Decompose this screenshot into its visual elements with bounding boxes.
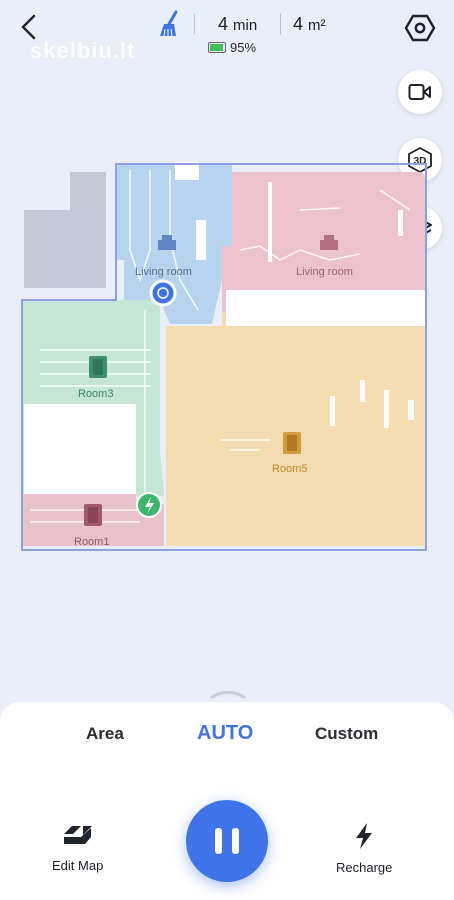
lightning-icon <box>356 823 373 849</box>
battery-status: 95% <box>208 40 256 55</box>
unexplored-area <box>24 172 106 288</box>
sheet-handle[interactable] <box>210 686 246 699</box>
pause-icon <box>215 828 222 854</box>
recharge-label: Recharge <box>336 860 393 875</box>
room-label: Living room <box>135 266 192 278</box>
settings-button[interactable] <box>404 12 436 44</box>
chevron-left-icon <box>21 14 36 40</box>
watermark: skelbiu.lt <box>30 38 136 63</box>
broom-icon <box>160 10 178 37</box>
video-button[interactable] <box>398 70 442 114</box>
robot-position-icon <box>149 279 177 307</box>
room-label: Room3 <box>78 388 114 400</box>
door-icon-room3 <box>89 356 107 378</box>
mode-tab-auto[interactable]: AUTO <box>197 722 253 745</box>
door-icon-room5 <box>283 432 301 454</box>
bottom-sheet: Area AUTO Custom Edit Map Recharge <box>0 702 454 900</box>
edit-map-button[interactable]: Edit Map <box>52 822 103 873</box>
room-label: Living room <box>296 266 353 278</box>
edit-map-label: Edit Map <box>52 858 104 873</box>
room-label: Room1 <box>74 536 110 548</box>
door-icon-room1 <box>84 504 102 526</box>
pause-button[interactable] <box>186 800 268 882</box>
room-room5[interactable] <box>166 312 426 546</box>
clean-area: 4 m² <box>293 14 326 34</box>
mode-tab-custom[interactable]: Custom <box>315 724 378 744</box>
charging-dock-icon <box>136 492 162 518</box>
edit-map-icon <box>63 826 92 844</box>
floor-map[interactable]: Living room Living room Room3 Room5 Room… <box>0 150 454 570</box>
clean-time: 4 min <box>218 14 258 34</box>
cleaning-status: 4 min 4 m² 95% <box>158 10 348 60</box>
pause-icon <box>232 828 239 854</box>
battery-icon <box>208 42 226 53</box>
map-canvas <box>21 162 427 551</box>
room-label: Room5 <box>272 463 308 475</box>
settings-hex-icon <box>404 14 436 42</box>
separator <box>194 14 195 34</box>
mode-tab-area[interactable]: Area <box>86 724 124 744</box>
top-bar: skelbiu.lt 4 min 4 m² 95% <box>0 0 454 63</box>
separator <box>280 14 281 34</box>
chevron-up-icon <box>210 691 246 699</box>
recharge-button[interactable]: Recharge <box>336 822 392 875</box>
video-icon <box>408 84 431 100</box>
white-area <box>24 404 136 494</box>
battery-percent: 95% <box>230 40 257 55</box>
